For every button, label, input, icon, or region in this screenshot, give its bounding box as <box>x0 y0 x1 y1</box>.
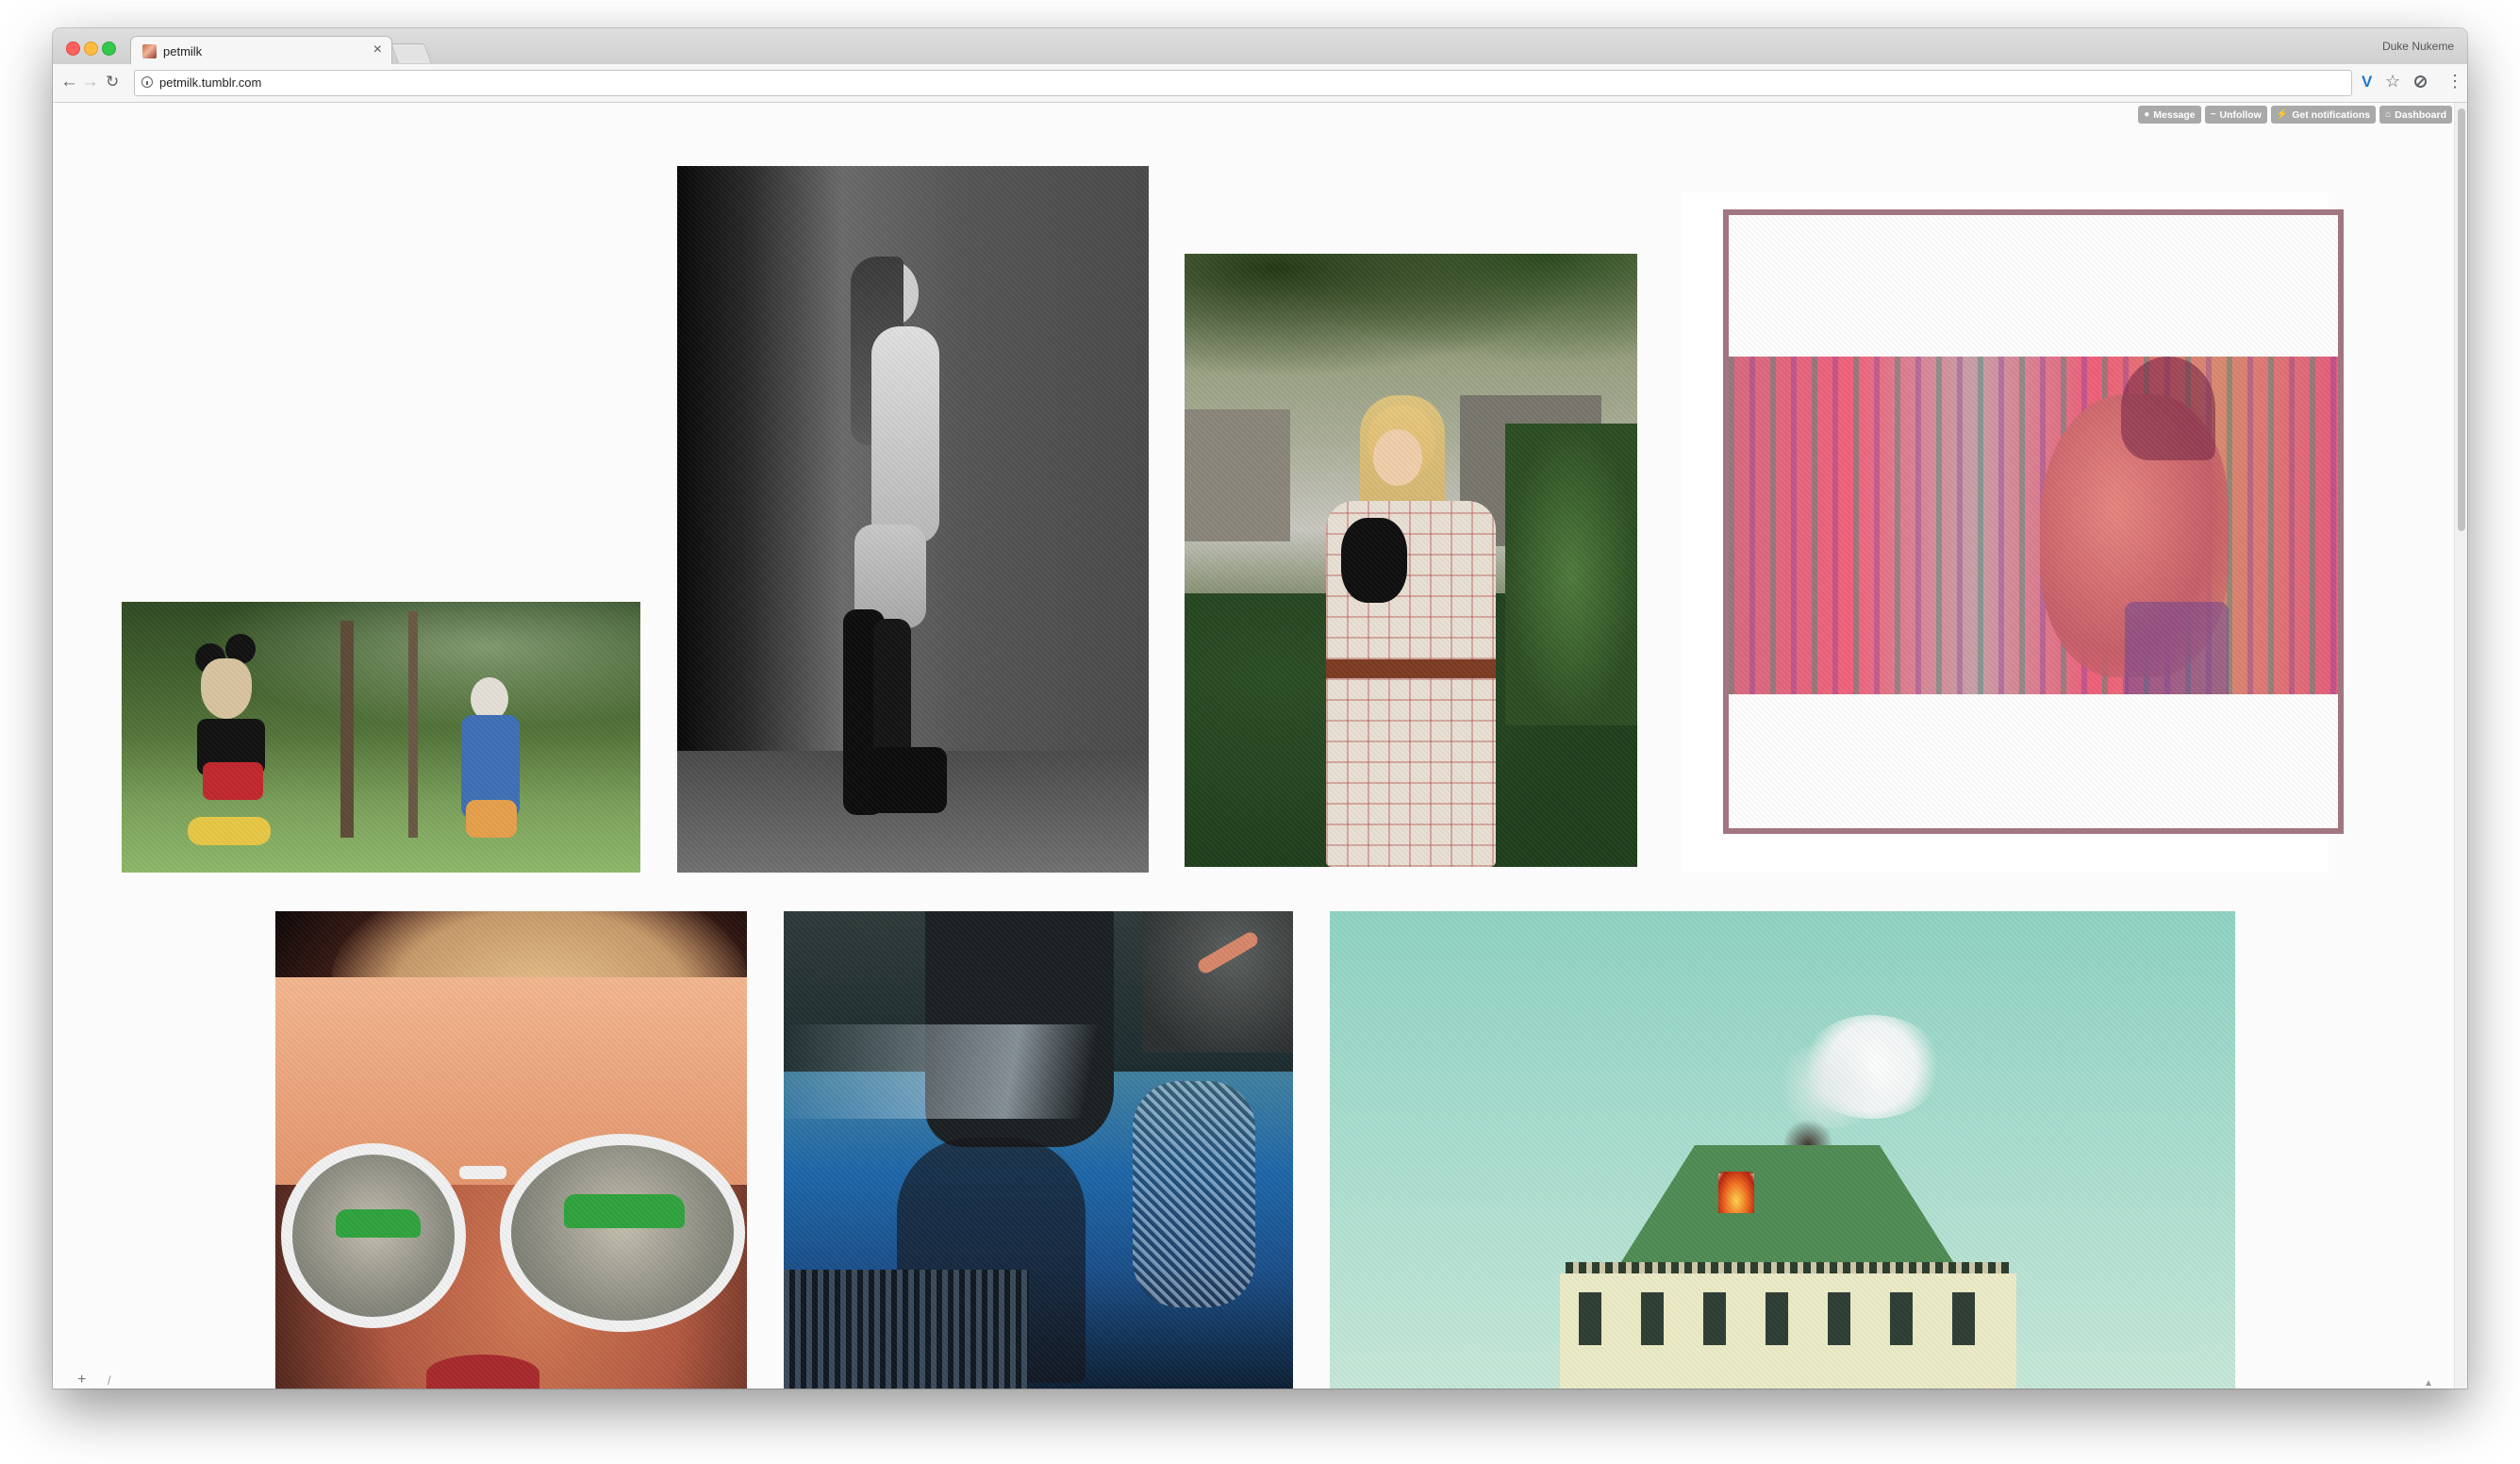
notifications-label: Get notifications <box>2292 108 2371 121</box>
close-window-button[interactable] <box>66 42 80 56</box>
reload-button[interactable]: ↻ <box>106 73 119 92</box>
tab-petmilk[interactable]: petmilk × <box>130 36 392 65</box>
url-text[interactable]: petmilk.tumblr.com <box>159 75 261 90</box>
slash-text: / <box>108 1373 111 1388</box>
tab-close-icon[interactable]: × <box>373 42 382 58</box>
unfollow-icon: − <box>2210 109 2216 120</box>
message-icon: ● <box>2144 109 2150 120</box>
message-label: Message <box>2153 108 2196 121</box>
message-button[interactable]: ● Message <box>2138 106 2201 124</box>
site-info-icon[interactable] <box>141 76 153 88</box>
unfollow-button[interactable]: − Unfollow <box>2204 106 2267 124</box>
tab-title: petmilk <box>163 44 203 58</box>
scrollbar-thumb[interactable] <box>2458 108 2465 531</box>
menu-icon[interactable]: ⋮ <box>2446 72 2463 91</box>
dashboard-icon: ⌂ <box>2385 109 2392 120</box>
extension-v-icon[interactable]: V <box>2362 73 2372 92</box>
browser-window: petmilk × Duke Nukeme ← → ↻ petmilk.tumb… <box>53 28 2467 1389</box>
photo-glitch-portrait[interactable] <box>1723 209 2344 834</box>
photo-cartoon-statues[interactable] <box>122 602 640 873</box>
notifications-button[interactable]: ⚡ Get notifications <box>2270 106 2377 124</box>
tumblr-page: ● Message − Unfollow ⚡ Get notifications… <box>53 103 2467 1389</box>
tab-strip: petmilk × Duke Nukeme <box>53 28 2467 65</box>
photo-burning-house[interactable] <box>1330 911 2235 1389</box>
unfollow-label: Unfollow <box>2219 108 2262 121</box>
photo-woman-with-cat[interactable] <box>1185 254 1637 867</box>
notifications-icon: ⚡ <box>2276 109 2289 120</box>
dashboard-label: Dashboard <box>2395 108 2446 121</box>
dashboard-button[interactable]: ⌂ Dashboard <box>2379 106 2452 124</box>
photo-sunglasses-reflection[interactable] <box>275 911 747 1389</box>
add-icon[interactable]: + <box>77 1372 86 1388</box>
photo-glitch-portrait-frame <box>1682 192 2344 873</box>
browser-toolbar: ← → ↻ petmilk.tumblr.com V ☆ ⋮ <box>53 64 2467 103</box>
scroll-top-icon[interactable]: ▲ <box>2424 1378 2433 1389</box>
new-tab-button[interactable] <box>390 43 432 63</box>
profile-name[interactable]: Duke Nukeme <box>2382 40 2454 53</box>
back-button[interactable]: ← <box>60 73 78 92</box>
extension-blocker-icon[interactable] <box>2414 75 2427 88</box>
tumblr-controls: ● Message − Unfollow ⚡ Get notifications… <box>2138 106 2452 124</box>
photo-car-reflection[interactable] <box>784 911 1293 1389</box>
forward-button[interactable]: → <box>81 73 99 92</box>
zoom-window-button[interactable] <box>102 42 116 56</box>
favicon-icon <box>142 44 157 58</box>
bookmark-star-icon[interactable]: ☆ <box>2385 71 2400 92</box>
minimize-window-button[interactable] <box>84 42 98 56</box>
photo-bw-figure[interactable] <box>677 166 1149 873</box>
address-bar[interactable]: petmilk.tumblr.com <box>134 70 2352 96</box>
page-scrollbar[interactable] <box>2454 103 2467 1389</box>
